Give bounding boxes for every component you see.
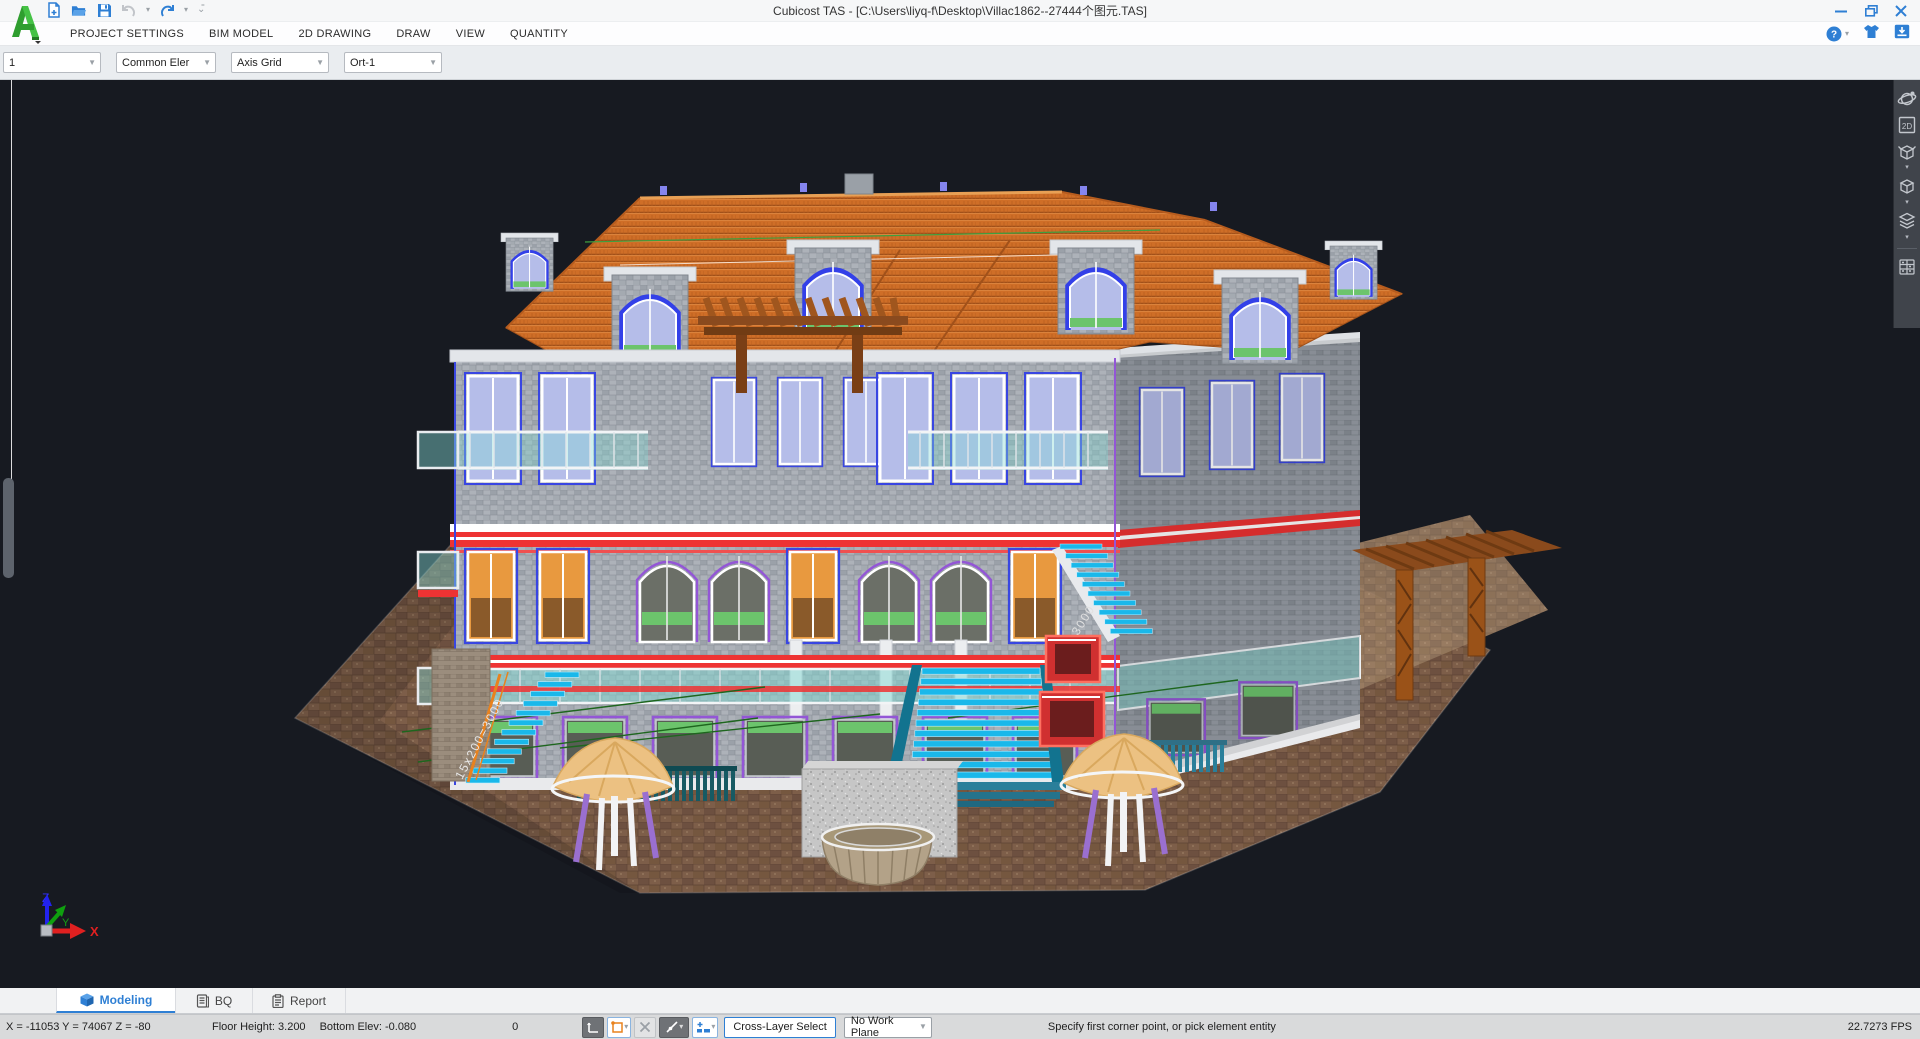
layers-button[interactable]	[1896, 210, 1918, 232]
cursor-coordinates: X = -11053 Y = 74067 Z = -80	[6, 1021, 166, 1033]
cross-layer-select-button[interactable]: Cross-Layer Select	[724, 1017, 836, 1038]
angle-snap-button[interactable]: ▾	[659, 1017, 689, 1038]
menu-2d-drawing[interactable]: 2D DRAWING	[298, 28, 371, 40]
floor-select[interactable]: 1▼	[3, 52, 101, 73]
bottom-elevation-readout: Bottom Elev: -0.080	[320, 1021, 417, 1033]
element-name-select[interactable]: Ort-1▼	[344, 52, 442, 73]
menu-quantity[interactable]: QUANTITY	[510, 28, 568, 40]
left-scrollbar-thumb[interactable]	[3, 478, 14, 578]
cube-view-dropdown-icon[interactable]: ▾	[1905, 199, 1909, 206]
3d-model-canvas[interactable]: 15x200=3000	[0, 80, 1920, 988]
layers-dropdown-icon[interactable]: ▾	[1905, 234, 1909, 241]
menu-view[interactable]: VIEW	[456, 28, 485, 40]
tab-modeling[interactable]: Modeling	[56, 988, 176, 1013]
minimize-button[interactable]	[1826, 0, 1856, 22]
axis-triad-gizmo: Z Y X	[41, 891, 99, 939]
element-toolbar: 1▼ Common Eler▼ Axis Grid▼ Ort-1▼	[0, 46, 1920, 80]
svg-text:2D: 2D	[1902, 122, 1912, 131]
restore-button[interactable]	[1856, 0, 1886, 22]
isometric-view-button[interactable]	[1896, 140, 1918, 162]
title-bar: ▾ ▾ ⌄̄ Cubicost TAS - [C:\Users\liyq-f\D…	[0, 0, 1920, 22]
close-button[interactable]	[1886, 0, 1916, 22]
menu-bim-model[interactable]: BIM MODEL	[209, 28, 273, 40]
theme-skin-button[interactable]	[1863, 24, 1880, 44]
menu-bar: PROJECT SETTINGS BIM MODEL 2D DRAWING DR…	[0, 22, 1920, 46]
modeling-cube-icon	[80, 993, 94, 1007]
svg-text:Y: Y	[62, 917, 70, 929]
command-prompt-text: Specify first corner point, or pick elem…	[1048, 1021, 1276, 1033]
menu-draw[interactable]: DRAW	[396, 28, 430, 40]
work-plane-select[interactable]: No Work Plane▼	[844, 1017, 932, 1038]
grid-snap-button[interactable]: ▾	[692, 1017, 718, 1038]
element-category-select[interactable]: Common Eler▼	[116, 52, 216, 73]
red-planter-boxes	[1040, 636, 1104, 746]
coordinate-axes-toggle-button[interactable]	[582, 1017, 604, 1038]
selection-count: 0	[512, 1021, 518, 1033]
help-button[interactable]: ? ▾	[1826, 26, 1849, 42]
download-update-button[interactable]	[1894, 24, 1910, 44]
element-table-button[interactable]	[1896, 256, 1918, 278]
3d-viewport[interactable]: 15x200=3000	[0, 80, 1920, 988]
tool-strip-divider	[1897, 248, 1917, 249]
tab-spacer	[0, 988, 57, 1013]
view-2d-button[interactable]: 2D	[1896, 114, 1918, 136]
disabled-cross-button	[634, 1017, 656, 1038]
window-title: Cubicost TAS - [C:\Users\liyq-f\Desktop\…	[0, 0, 1920, 22]
snap-toggle-group: ▾ ▾ ▾	[582, 1017, 718, 1038]
workspace-tab-bar: Modeling BQ Report	[0, 988, 1920, 1014]
tab-report[interactable]: Report	[252, 988, 346, 1013]
orbit-view-button[interactable]	[1896, 88, 1918, 110]
view-tool-strip: 2D ▾ ▾ ▾	[1893, 80, 1920, 328]
bq-document-icon	[196, 994, 209, 1008]
left-panel-divider[interactable]	[11, 80, 12, 480]
status-bar: X = -11053 Y = 74067 Z = -80 Floor Heigh…	[0, 1014, 1920, 1039]
building-right-wing	[1115, 332, 1360, 790]
balcony-rail-right	[908, 432, 1108, 470]
element-frame-display-button[interactable]: ▾	[607, 1017, 631, 1038]
isometric-view-dropdown-icon[interactable]: ▾	[1905, 164, 1909, 171]
tab-bq[interactable]: BQ	[175, 988, 253, 1013]
svg-text:?: ?	[1831, 30, 1837, 41]
svg-text:X: X	[90, 924, 99, 939]
menu-project-settings[interactable]: PROJECT SETTINGS	[70, 28, 184, 40]
cube-view-button[interactable]	[1896, 175, 1918, 197]
fps-readout: 22.7273 FPS	[1848, 1021, 1920, 1033]
balcony-rail-left	[458, 432, 648, 470]
floor-height-readout: Floor Height: 3.200	[212, 1021, 306, 1033]
element-type-select[interactable]: Axis Grid▼	[231, 52, 329, 73]
report-clipboard-icon	[272, 994, 284, 1008]
app-logo-icon[interactable]	[8, 2, 44, 44]
